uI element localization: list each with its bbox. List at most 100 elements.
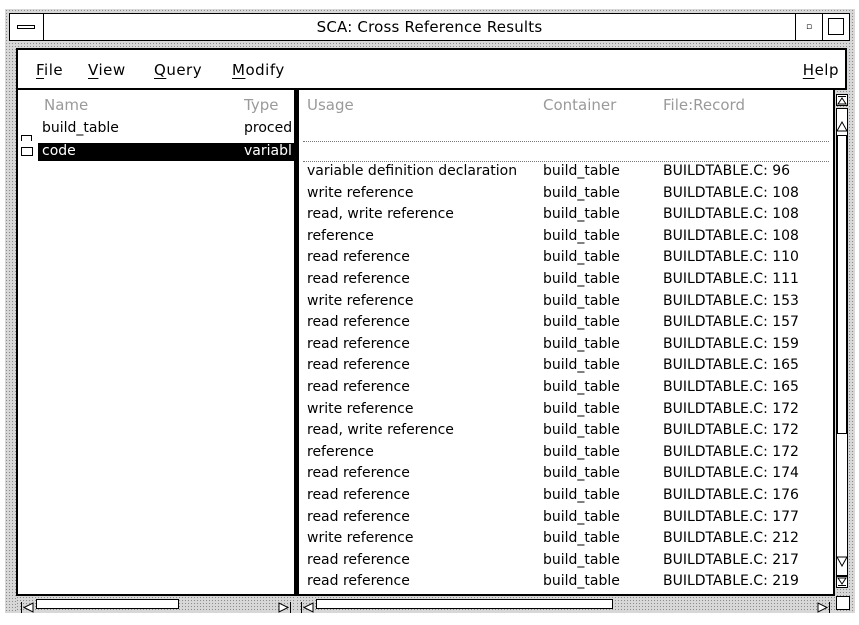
cell-file-record: BUILDTABLE.C: 110	[663, 249, 799, 265]
cell-usage: read reference	[307, 271, 410, 287]
cell-file-record: BUILDTABLE.C: 165	[663, 357, 799, 373]
vertical-scrollbar[interactable]	[835, 90, 849, 592]
cell-usage: write reference	[307, 401, 414, 417]
menu-bar: File View Query Modify Help	[16, 48, 847, 90]
scroll-left-arrow-icon[interactable]	[20, 598, 34, 613]
scroll-down-arrow-icon[interactable]	[836, 555, 848, 569]
cell-container: build_table	[543, 422, 620, 438]
cell-usage: write reference	[307, 530, 414, 546]
cell-container: build_table	[543, 185, 620, 201]
cell-usage: read, write reference	[307, 422, 454, 438]
cell-usage: read reference	[307, 465, 410, 481]
cell-file-record: BUILDTABLE.C: 174	[663, 465, 799, 481]
menu-view-label: iew	[98, 61, 126, 79]
cell-container: build_table	[543, 249, 620, 265]
menu-view-mnemonic: V	[88, 61, 99, 79]
menu-query[interactable]: Query	[154, 61, 202, 79]
minimize-icon[interactable]: ▫	[795, 14, 822, 40]
cell-container: build_table	[543, 444, 620, 460]
cell-container: build_table	[543, 487, 620, 503]
header-divider	[303, 161, 829, 162]
cell-file-record: BUILDTABLE.C: 176	[663, 487, 799, 503]
list-item-name: build_table	[42, 120, 119, 136]
cell-usage: read reference	[307, 552, 410, 568]
scroll-bottom-icon[interactable]	[836, 576, 848, 588]
menu-file-label: ile	[44, 61, 64, 79]
menu-modify-mnemonic: M	[232, 61, 246, 79]
title-bar[interactable]: SCA: Cross Reference Results ▫	[9, 13, 850, 41]
scroll-left-arrow-icon[interactable]	[300, 598, 314, 613]
cell-container: build_table	[543, 293, 620, 309]
cell-usage: read, write reference	[307, 206, 454, 222]
maximize-icon[interactable]	[822, 14, 849, 40]
menu-file[interactable]: File	[36, 61, 63, 79]
cell-container: build_table	[543, 314, 620, 330]
cell-usage: read reference	[307, 487, 410, 503]
cell-file-record: BUILDTABLE.C: 108	[663, 206, 799, 222]
names-list-pane[interactable]: Name Type build_table proced code variab…	[16, 90, 296, 596]
cell-usage: read reference	[307, 336, 410, 352]
column-header-file-record[interactable]: File:Record	[663, 96, 745, 114]
cell-container: build_table	[543, 509, 620, 525]
left-horizontal-scrollbar[interactable]	[16, 596, 296, 613]
cell-file-record: BUILDTABLE.C: 165	[663, 379, 799, 395]
menu-query-label: uery	[166, 61, 203, 79]
cell-file-record: BUILDTABLE.C: 172	[663, 422, 799, 438]
cell-container: build_table	[543, 379, 620, 395]
column-header-usage[interactable]: Usage	[307, 96, 354, 114]
cell-file-record: BUILDTABLE.C: 96	[663, 163, 791, 179]
list-item-type: variabl	[244, 143, 292, 159]
cell-usage: reference	[307, 444, 374, 460]
cell-usage: variable definition declaration	[307, 163, 518, 179]
cell-file-record: BUILDTABLE.C: 108	[663, 228, 799, 244]
cell-container: build_table	[543, 163, 620, 179]
cell-container: build_table	[543, 336, 620, 352]
vertical-scroll-thumb[interactable]	[837, 135, 847, 434]
menu-help-mnemonic: H	[802, 61, 815, 79]
cell-file-record: BUILDTABLE.C: 217	[663, 552, 799, 568]
header-divider	[303, 141, 829, 142]
cell-container: build_table	[543, 573, 620, 589]
menu-view[interactable]: View	[88, 61, 126, 79]
list-item-type: proced	[244, 120, 293, 136]
cell-file-record: BUILDTABLE.C: 108	[663, 185, 799, 201]
scroll-right-arrow-icon[interactable]	[817, 598, 831, 613]
cell-usage: read reference	[307, 573, 410, 589]
menu-help-label: elp	[814, 61, 839, 79]
menu-help[interactable]: Help	[803, 61, 839, 79]
cell-container: build_table	[543, 530, 620, 546]
cell-file-record: BUILDTABLE.C: 157	[663, 314, 799, 330]
cell-container: build_table	[543, 465, 620, 481]
scroll-top-icon[interactable]	[836, 94, 848, 106]
menu-modify-label: odify	[245, 61, 285, 79]
horizontal-scroll-thumb[interactable]	[316, 599, 613, 609]
cell-container: build_table	[543, 357, 620, 373]
cell-container: build_table	[543, 206, 620, 222]
window-title: SCA: Cross Reference Results	[316, 18, 543, 36]
column-header-type[interactable]: Type	[244, 96, 278, 114]
cell-usage: read reference	[307, 379, 410, 395]
scroll-up-arrow-icon[interactable]	[836, 120, 848, 134]
list-item-name: code	[42, 143, 76, 159]
cell-usage: write reference	[307, 293, 414, 309]
scroll-right-arrow-icon[interactable]	[278, 598, 292, 613]
folder-tab-icon	[21, 135, 32, 141]
cross-reference-table[interactable]: Usage Container File:Record variable def…	[296, 90, 835, 596]
cell-usage: read reference	[307, 249, 410, 265]
maximize-square	[828, 18, 844, 35]
cell-file-record: BUILDTABLE.C: 153	[663, 293, 799, 309]
cell-usage: reference	[307, 228, 374, 244]
cell-file-record: BUILDTABLE.C: 172	[663, 401, 799, 417]
horizontal-scroll-thumb[interactable]	[36, 599, 179, 609]
cell-container: build_table	[543, 552, 620, 568]
column-header-container[interactable]: Container	[543, 96, 616, 114]
right-horizontal-scrollbar[interactable]	[296, 596, 835, 613]
minimize-glyph: ▫	[805, 22, 813, 32]
column-header-name[interactable]: Name	[44, 96, 88, 114]
cell-usage: read reference	[307, 314, 410, 330]
cell-container: build_table	[543, 401, 620, 417]
cell-container: build_table	[543, 271, 620, 287]
menu-modify[interactable]: Modify	[232, 61, 285, 79]
menu-file-mnemonic: F	[36, 61, 45, 79]
cell-file-record: BUILDTABLE.C: 219	[663, 573, 799, 589]
